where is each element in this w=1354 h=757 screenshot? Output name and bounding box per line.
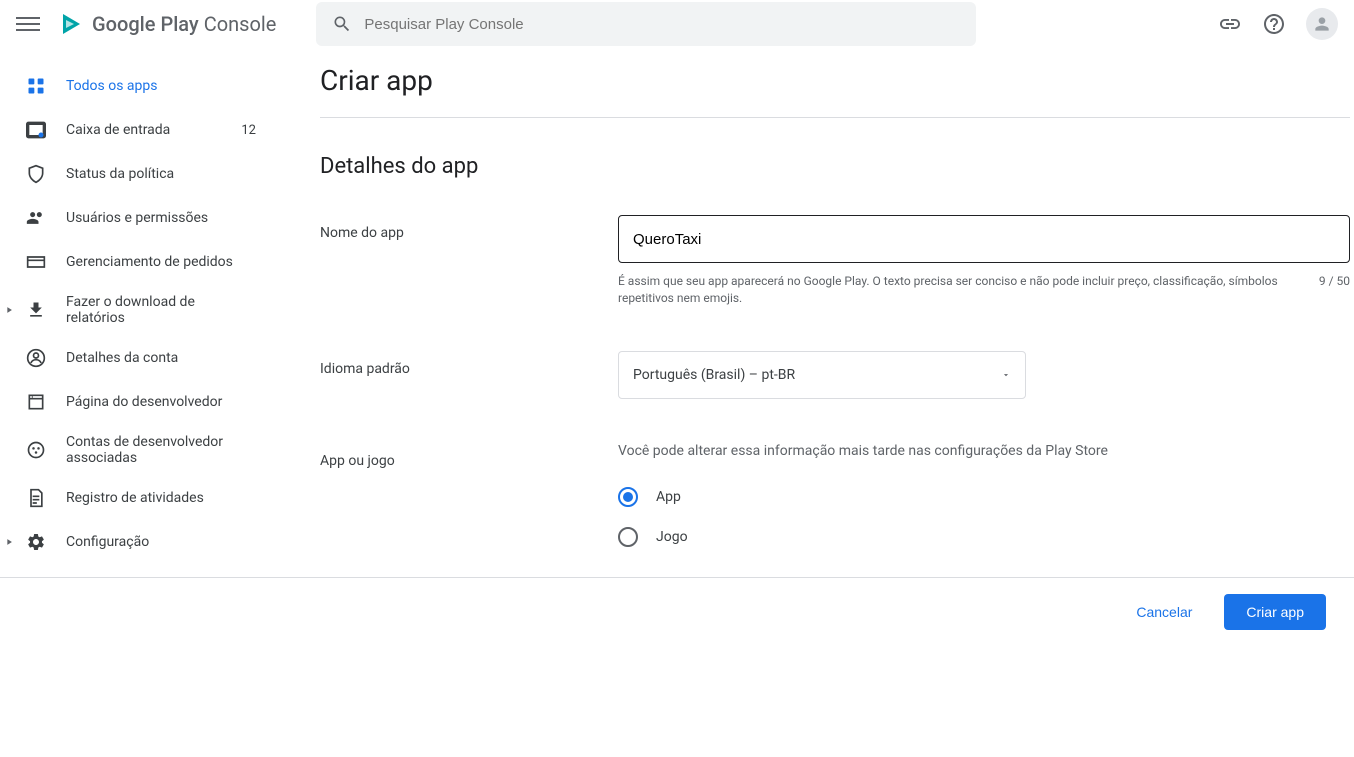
search-input[interactable] (364, 16, 960, 33)
page-title: Criar app (320, 64, 1350, 97)
cancel-button[interactable]: Cancelar (1124, 594, 1204, 630)
app-or-game-hint: Você pode alterar essa informação mais t… (618, 443, 1350, 459)
sidebar-item-label: Caixa de entrada (66, 122, 241, 138)
sidebar-item-downloads[interactable]: Fazer o download de relatórios (0, 284, 280, 336)
app-name-input[interactable] (618, 215, 1350, 263)
sidebar-item-linked-accounts[interactable]: Contas de desenvolvedor associadas (0, 424, 280, 476)
form-row-app-or-game: App ou jogo Você pode alterar essa infor… (320, 443, 1350, 567)
help-icon[interactable] (1262, 12, 1286, 36)
app-or-game-label: App ou jogo (320, 443, 618, 567)
app-name-label: Nome do app (320, 215, 618, 307)
sidebar-item-account[interactable]: Detalhes da conta (0, 336, 280, 380)
account-icon (24, 346, 48, 370)
sidebar-item-label: Fazer o download de relatórios (66, 294, 256, 326)
play-logo-icon (60, 12, 84, 36)
sidebar-badge: 12 (241, 123, 256, 138)
language-value: Português (Brasil) – pt-BR (633, 367, 795, 383)
sidebar-item-orders[interactable]: Gerenciamento de pedidos (0, 240, 280, 284)
sidebar: Todos os apps Caixa de entrada 12 Status… (0, 48, 280, 757)
sidebar-item-label: Configuração (66, 534, 256, 550)
menu-button[interactable] (16, 12, 40, 36)
radio-label: Jogo (656, 529, 688, 545)
radio-label: App (656, 489, 681, 505)
download-icon (24, 298, 48, 322)
radio-icon (618, 487, 638, 507)
chevron-down-icon (1001, 370, 1011, 380)
divider (320, 117, 1350, 118)
radio-icon (618, 527, 638, 547)
sidebar-item-label: Usuários e permissões (66, 210, 256, 226)
main-content: Criar app Detalhes do app Nome do app É … (280, 48, 1350, 757)
logo-text: Google Play Console (92, 12, 276, 36)
chevron-right-icon (4, 537, 14, 547)
footer: Cancelar Criar app (0, 577, 1354, 645)
form-row-app-name: Nome do app É assim que seu app aparecer… (320, 215, 1350, 307)
sidebar-item-all-apps[interactable]: Todos os apps (0, 64, 280, 108)
page-icon (24, 390, 48, 414)
language-label: Idioma padrão (320, 351, 618, 399)
chevron-right-icon (4, 305, 14, 315)
sidebar-item-inbox[interactable]: Caixa de entrada 12 (0, 108, 280, 152)
sidebar-item-policy[interactable]: Status da política (0, 152, 280, 196)
sidebar-item-settings[interactable]: Configuração (0, 520, 280, 564)
sidebar-item-label: Registro de atividades (66, 490, 256, 506)
shield-icon (24, 162, 48, 186)
sidebar-item-label: Todos os apps (66, 78, 256, 94)
doc-icon (24, 486, 48, 510)
inbox-icon (24, 118, 48, 142)
sidebar-item-label: Contas de desenvolvedor associadas (66, 434, 256, 466)
sidebar-item-activity[interactable]: Registro de atividades (0, 476, 280, 520)
app-name-help: É assim que seu app aparecerá no Google … (618, 273, 1319, 307)
logo[interactable]: Google Play Console (60, 12, 276, 36)
users-icon (24, 206, 48, 230)
header-actions (1218, 8, 1338, 40)
sidebar-item-label: Detalhes da conta (66, 350, 256, 366)
radio-option-app[interactable]: App (618, 487, 1350, 507)
person-icon (1312, 14, 1332, 34)
grid-icon (24, 74, 48, 98)
sidebar-item-label: Gerenciamento de pedidos (66, 254, 256, 270)
radio-option-game[interactable]: Jogo (618, 527, 1350, 547)
sidebar-item-label: Status da política (66, 166, 256, 182)
link-account-icon (24, 438, 48, 462)
card-icon (24, 250, 48, 274)
sidebar-item-users[interactable]: Usuários e permissões (0, 196, 280, 240)
sidebar-item-label: Página do desenvolvedor (66, 394, 256, 410)
search-bar[interactable] (316, 2, 976, 46)
app-name-counter: 9 / 50 (1319, 273, 1350, 307)
avatar[interactable] (1306, 8, 1338, 40)
gear-icon (24, 530, 48, 554)
section-title: Detalhes do app (320, 154, 1350, 179)
sidebar-item-developer-page[interactable]: Página do desenvolvedor (0, 380, 280, 424)
header: Google Play Console (0, 0, 1354, 48)
link-icon[interactable] (1218, 12, 1242, 36)
create-app-button[interactable]: Criar app (1224, 594, 1326, 630)
search-icon (332, 14, 352, 34)
language-select[interactable]: Português (Brasil) – pt-BR (618, 351, 1026, 399)
form-row-language: Idioma padrão Português (Brasil) – pt-BR (320, 351, 1350, 399)
